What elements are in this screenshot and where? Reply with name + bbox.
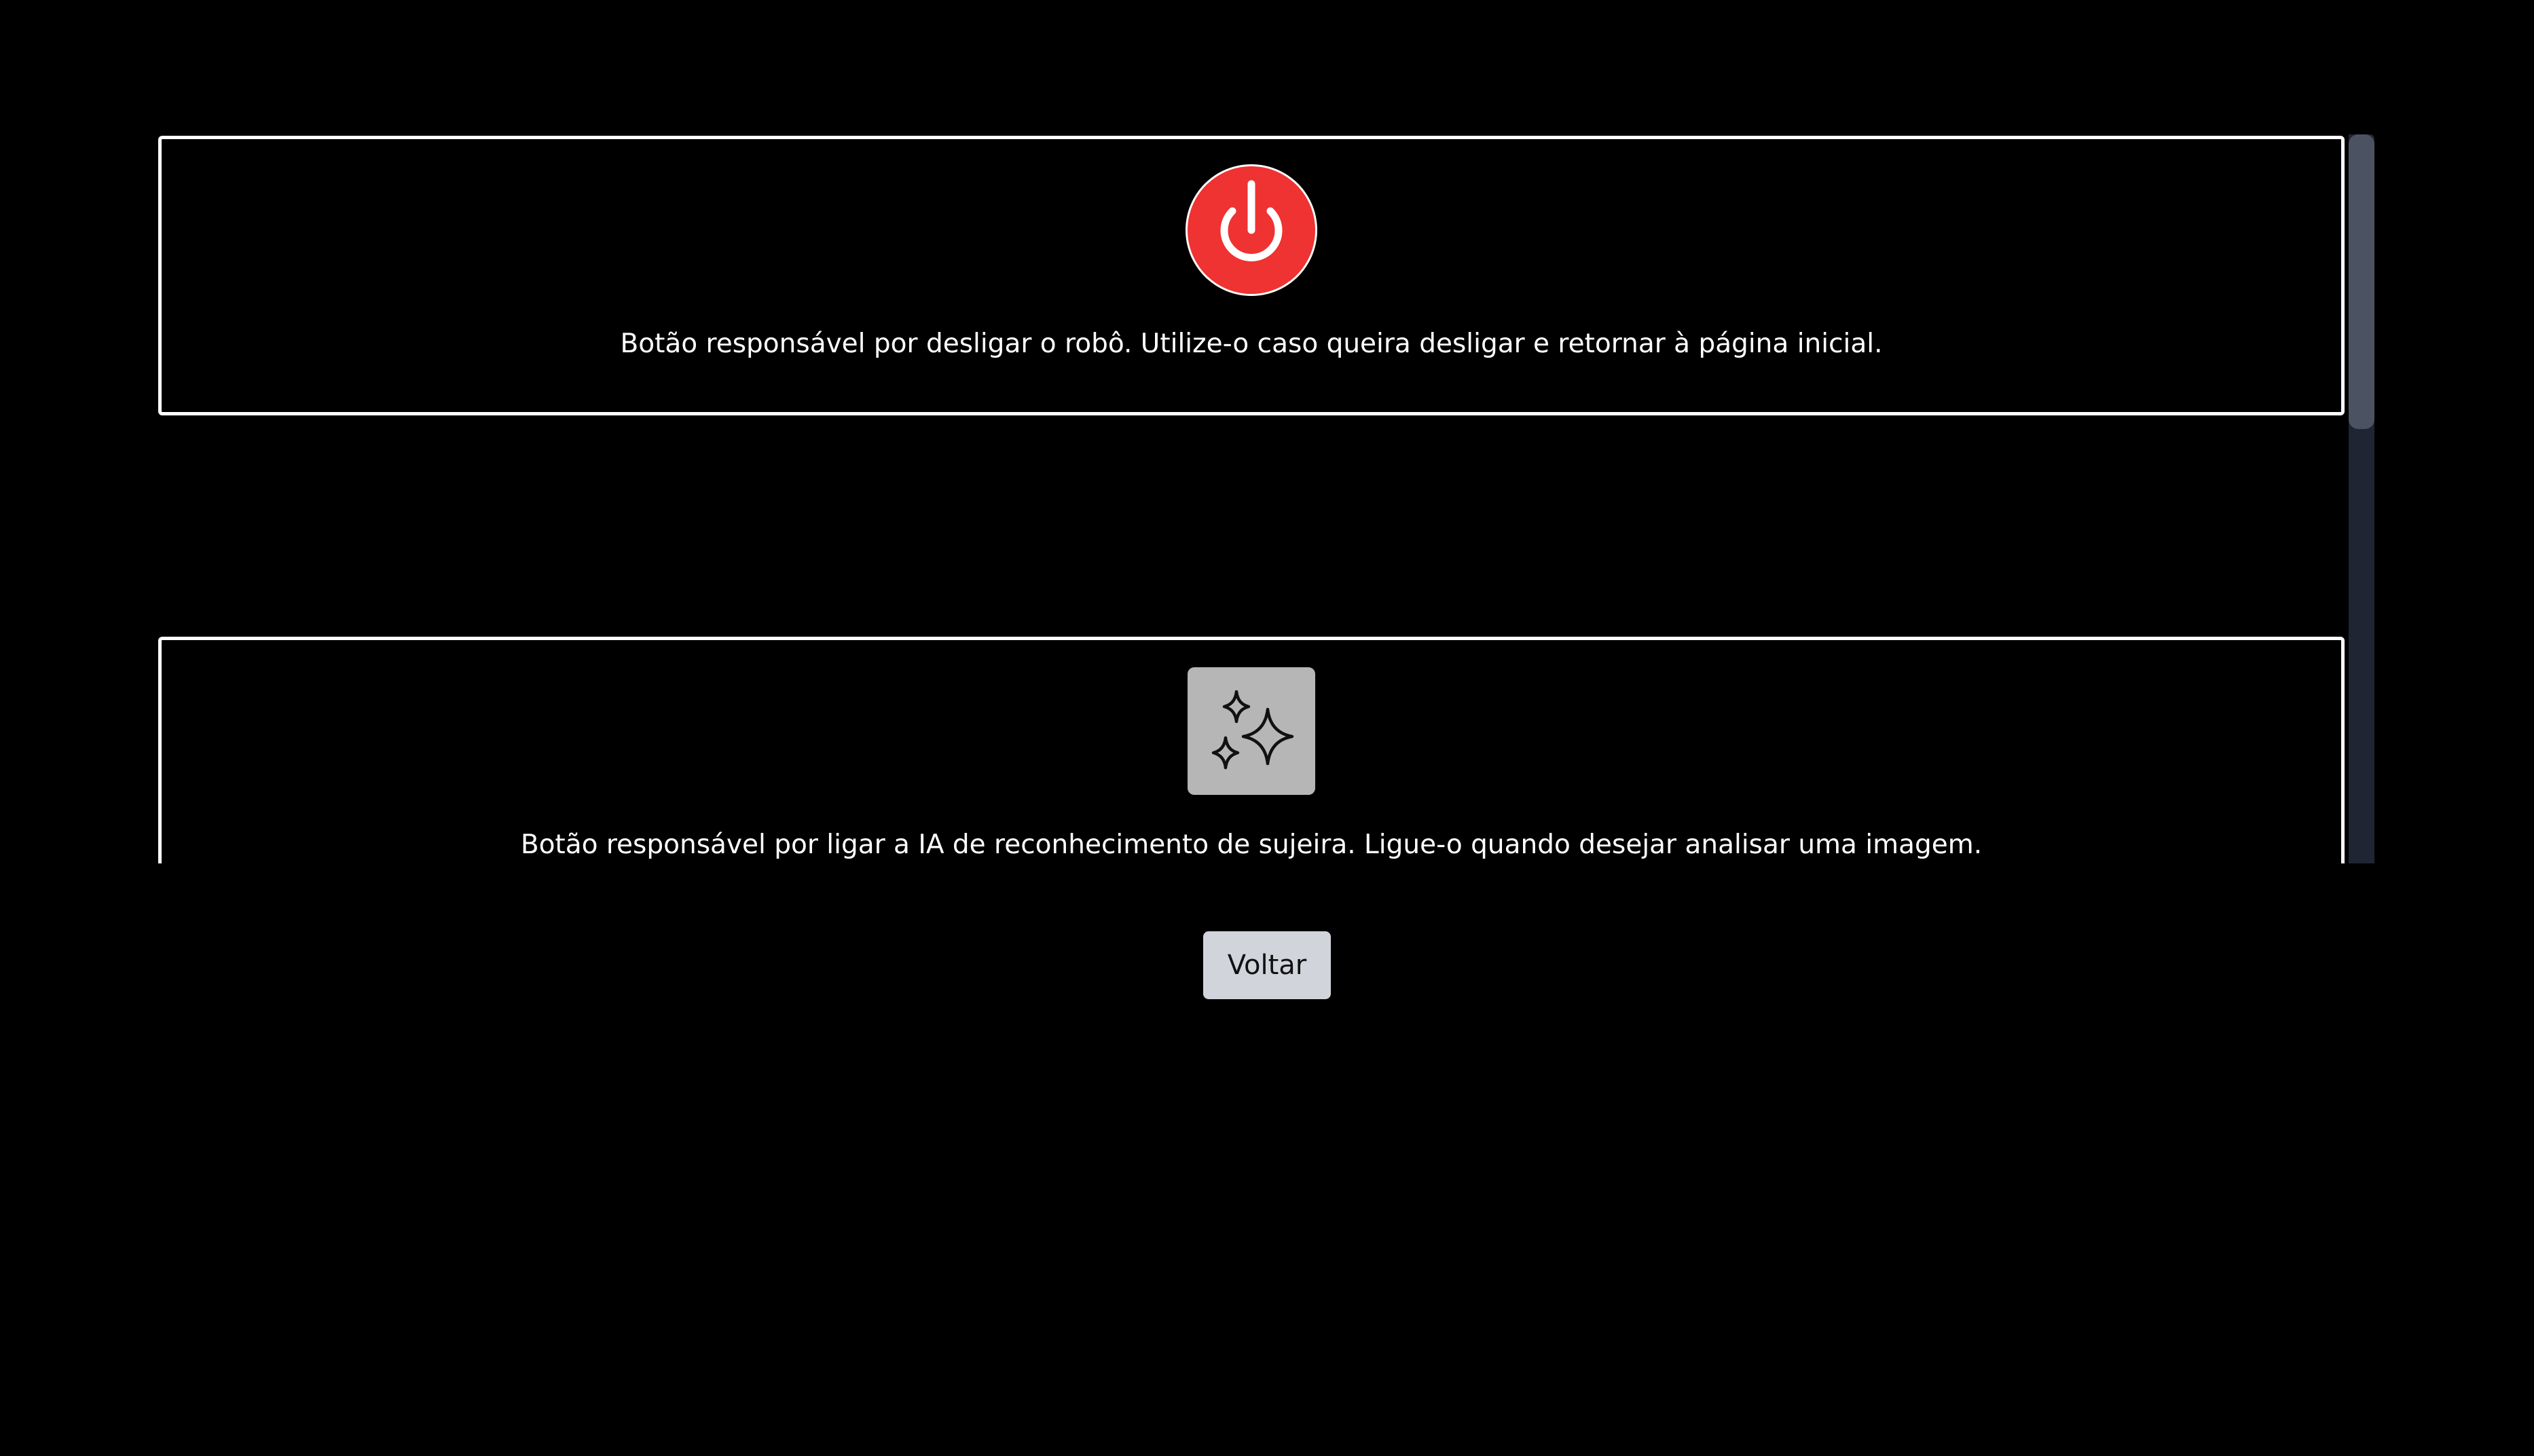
power-button[interactable] — [1188, 166, 1315, 294]
ai-button[interactable] — [1188, 667, 1315, 795]
sparkles-icon — [1211, 690, 1294, 770]
help-card-description: Botão responsável por ligar a IA de reco… — [520, 829, 1983, 860]
help-card-description: Botão responsável por desligar o robô. U… — [620, 329, 1883, 359]
back-button[interactable]: Voltar — [1203, 931, 1331, 999]
help-card-power: Botão responsável por desligar o robô. U… — [158, 136, 2345, 415]
help-list-panel[interactable]: Botão responsável por desligar o robô. U… — [158, 133, 2374, 863]
scrollbar-thumb[interactable] — [2349, 134, 2374, 429]
help-page: Botão responsável por desligar o robô. U… — [0, 0, 2534, 1456]
power-icon — [1220, 180, 1283, 262]
help-card-ai: Botão responsável por ligar a IA de reco… — [158, 637, 2345, 863]
